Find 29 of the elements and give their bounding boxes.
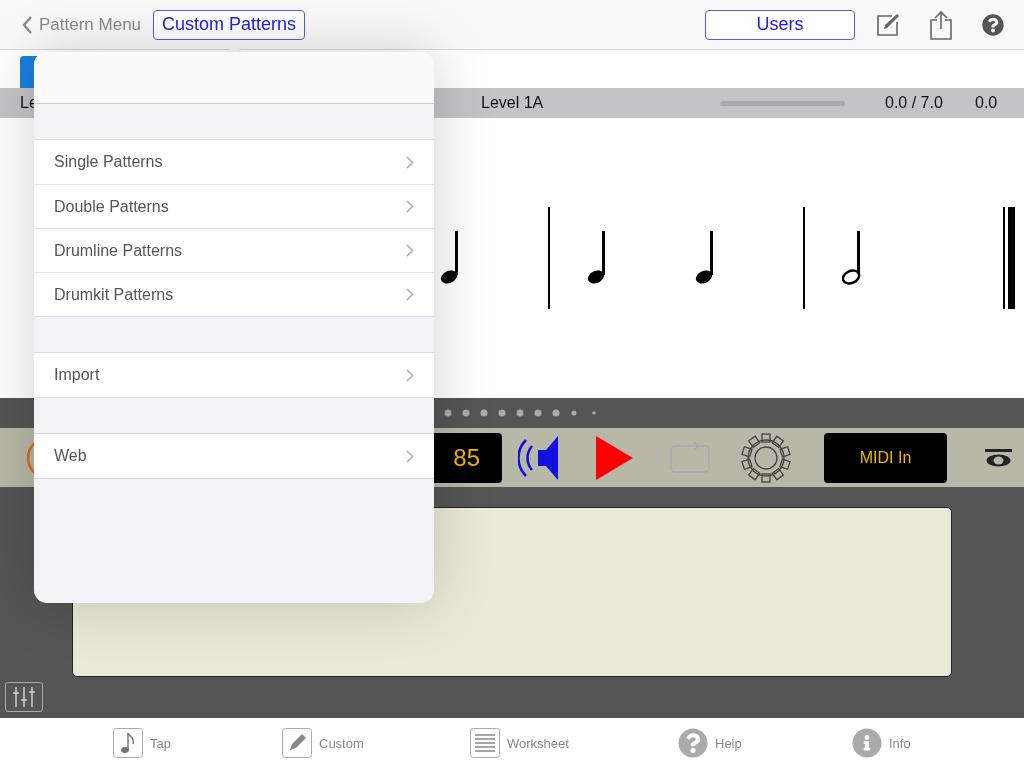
compose-icon[interactable] <box>876 12 900 37</box>
tab-bar-item[interactable]: Custom <box>282 728 470 758</box>
tab-bar-item[interactable]: Info <box>852 728 1024 758</box>
level-title: Level 1A <box>481 94 545 112</box>
chevron-icon <box>406 200 414 213</box>
tab-bar-item[interactable]: Worksheet <box>470 728 678 758</box>
help-icon[interactable] <box>982 13 1004 36</box>
mixer-icon[interactable] <box>5 682 43 712</box>
users-button[interactable]: Users <box>705 9 855 40</box>
chevron-icon <box>406 288 414 301</box>
score-text: 0.0 / 7.0 <box>885 94 944 112</box>
tab-bar-item[interactable]: Help <box>678 728 852 758</box>
help-icon <box>678 728 708 758</box>
chevron-icon <box>406 244 414 257</box>
share-icon[interactable] <box>930 9 952 40</box>
info-icon <box>852 728 882 758</box>
chevron-icon <box>406 155 414 169</box>
whole-note-icon[interactable] <box>985 448 1012 467</box>
back-chevron-icon <box>22 15 33 34</box>
chevron-icon <box>406 449 414 463</box>
custom-patterns-button[interactable]: Custom Patterns <box>153 9 306 40</box>
midi-in-button[interactable]: MIDI In <box>824 432 947 483</box>
value-text: 0.0 <box>975 94 999 112</box>
chevron-icon <box>406 368 414 382</box>
settings-icon[interactable] <box>740 431 792 484</box>
tab-bar-item[interactable]: Tap <box>113 728 282 758</box>
pencil-icon <box>282 728 312 758</box>
music-note-icon <box>113 728 143 758</box>
lines-icon <box>470 728 500 758</box>
